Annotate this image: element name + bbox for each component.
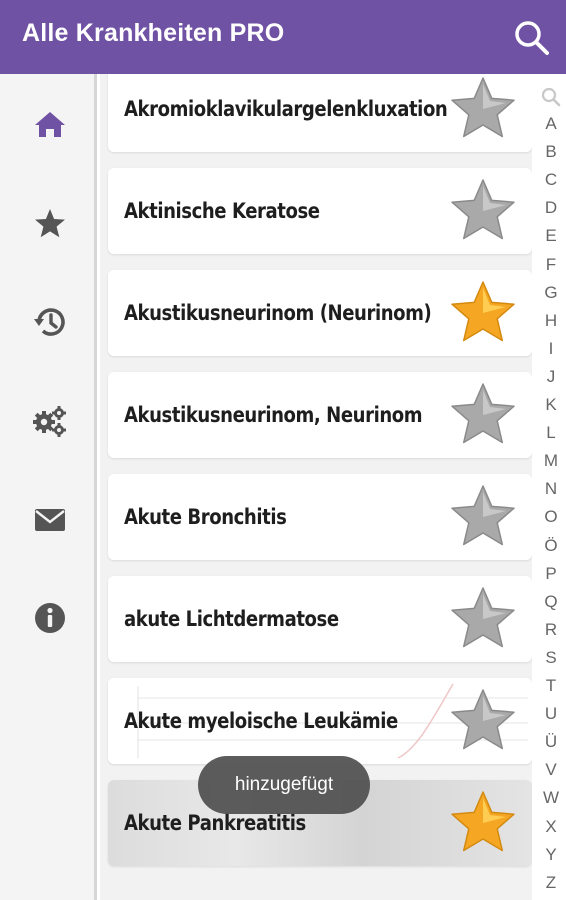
nav-favorites[interactable]: [30, 204, 70, 244]
alphabet-letter[interactable]: N: [536, 479, 566, 499]
star-outline-icon: [451, 77, 515, 138]
index-search[interactable]: [536, 86, 566, 108]
alphabet-letter[interactable]: O: [536, 507, 566, 527]
alphabet-letter[interactable]: A: [536, 114, 566, 134]
app-title: Alle Krankheiten PRO: [22, 19, 285, 47]
favorite-toggle[interactable]: [448, 380, 518, 450]
list-item[interactable]: Aktinische Keratose: [108, 168, 532, 254]
list-item[interactable]: Akustikusneurinom (Neurinom): [108, 270, 532, 356]
nav-info[interactable]: [30, 598, 70, 638]
star-filled-icon: [451, 281, 515, 342]
alphabet-letter[interactable]: Ü: [536, 732, 566, 752]
list-item-label: akute Lichtdermatose: [124, 607, 339, 631]
list-item[interactable]: Akustikusneurinom, Neurinom: [108, 372, 532, 458]
app-bar: Alle Krankheiten PRO: [0, 0, 566, 74]
list-item[interactable]: Akromioklavikulargelenkluxation: [108, 74, 532, 152]
alphabet-letter[interactable]: C: [536, 170, 566, 190]
alphabet-letter[interactable]: R: [536, 620, 566, 640]
star-filled-icon: [451, 791, 515, 852]
alphabet-letter[interactable]: U: [536, 704, 566, 724]
list-item-label: Akute myeloische Leukämie: [124, 709, 398, 733]
alphabet-letter[interactable]: X: [536, 817, 566, 837]
alphabet-letter[interactable]: Z: [536, 873, 566, 893]
favorite-toggle[interactable]: [448, 788, 518, 858]
list-item-label: Aktinische Keratose: [124, 199, 320, 223]
favorite-toggle[interactable]: [448, 278, 518, 348]
mail-icon: [35, 509, 65, 531]
alphabet-letter[interactable]: K: [536, 395, 566, 415]
alphabet-letter[interactable]: V: [536, 760, 566, 780]
list-item[interactable]: Akute myeloische Leukämie: [108, 678, 532, 764]
star-outline-icon: [451, 485, 515, 546]
alphabet-letter[interactable]: J: [536, 367, 566, 387]
alphabet-letter[interactable]: S: [536, 648, 566, 668]
alphabet-letter[interactable]: F: [536, 255, 566, 275]
alphabet-letter[interactable]: Ö: [536, 536, 566, 556]
star-outline-icon: [451, 689, 515, 750]
nav-history[interactable]: [30, 302, 70, 342]
list-item[interactable]: Akute Bronchitis: [108, 474, 532, 560]
nav-home[interactable]: [30, 104, 70, 144]
alphabet-letter[interactable]: L: [536, 423, 566, 443]
alphabet-letter[interactable]: Y: [536, 845, 566, 865]
sidebar-nav: [0, 74, 97, 900]
alphabet-letter[interactable]: W: [536, 788, 566, 808]
list-item-label: Akustikusneurinom (Neurinom): [124, 301, 432, 325]
nav-contact[interactable]: [30, 500, 70, 540]
info-icon: [35, 603, 65, 633]
favorite-toggle[interactable]: [448, 584, 518, 654]
alphabet-letter[interactable]: T: [536, 676, 566, 696]
alphabet-letter[interactable]: H: [536, 311, 566, 331]
alphabet-letter[interactable]: E: [536, 226, 566, 246]
alphabet-letter[interactable]: P: [536, 564, 566, 584]
search-icon: [541, 87, 561, 107]
toast-message: hinzugefügt: [198, 756, 370, 814]
home-icon: [35, 112, 65, 137]
list-item-label: Akustikusneurinom, Neurinom: [124, 403, 423, 427]
history-icon: [34, 308, 65, 336]
star-outline-icon: [451, 587, 515, 648]
star-outline-icon: [451, 383, 515, 444]
alphabet-letter[interactable]: M: [536, 451, 566, 471]
alphabet-index: ABCDEFGHIJKLMNOÖPQRSTUÜVWXYZ: [536, 86, 566, 900]
alphabet-letter[interactable]: G: [536, 283, 566, 303]
alphabet-letter[interactable]: B: [536, 142, 566, 162]
list-item-label: Akromioklavikulargelenkluxation: [124, 97, 448, 121]
favorite-toggle[interactable]: [448, 686, 518, 756]
nav-settings[interactable]: [30, 400, 70, 440]
alphabet-letter[interactable]: I: [536, 339, 566, 359]
search-icon: [515, 21, 549, 55]
list-item[interactable]: akute Lichtdermatose: [108, 576, 532, 662]
favorite-toggle[interactable]: [448, 74, 518, 144]
star-outline-icon: [451, 179, 515, 240]
favorite-toggle[interactable]: [448, 176, 518, 246]
alphabet-letter[interactable]: Q: [536, 592, 566, 612]
alphabet-letter[interactable]: D: [536, 198, 566, 218]
settings-icon: [33, 406, 66, 437]
list-item-label: Akute Bronchitis: [124, 505, 287, 529]
search-button[interactable]: [510, 17, 554, 57]
star-icon: [35, 209, 65, 238]
favorite-toggle[interactable]: [448, 482, 518, 552]
